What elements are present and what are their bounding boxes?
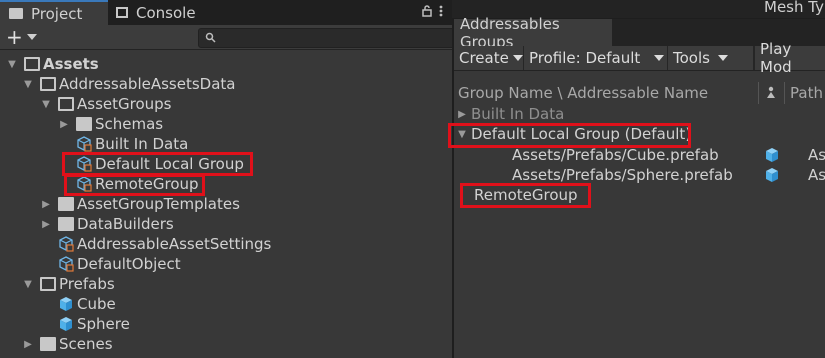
project-tabbar: Project Console <box>0 0 452 25</box>
profile-dropdown-label: Profile: Default <box>529 49 641 67</box>
plus-icon: + <box>6 25 23 49</box>
dropdown-arrow-icon <box>512 55 523 61</box>
tab-console-label: Console <box>136 3 196 22</box>
tree-item-assetgroups[interactable]: ▼ AssetGroups <box>0 94 492 114</box>
entry-path-label: As <box>808 166 825 184</box>
dropdown-arrow-icon <box>654 55 665 61</box>
tree-item-label: Prefabs <box>59 275 115 293</box>
play-mode-menu-label: Play Mod <box>760 40 792 76</box>
group-name-column-header[interactable]: Group Name \ Addressable Name <box>458 84 708 102</box>
tree-item-label: AddressableAssetSettings <box>77 235 272 253</box>
folder-open-icon <box>24 57 40 71</box>
folder-icon <box>58 217 74 231</box>
expand-arrow-icon[interactable]: ▼ <box>22 279 34 290</box>
tree-item-assetgrouptemplates[interactable]: ▶ AssetGroupTemplates <box>0 194 492 214</box>
prefab-cube-icon <box>766 148 778 162</box>
tree-item-label: Scenes <box>59 335 113 353</box>
tree-item-label: DataBuilders <box>77 215 174 233</box>
play-mode-menu[interactable]: Play Mod <box>754 40 825 76</box>
tools-menu-label: Tools <box>673 49 710 67</box>
column-divider[interactable] <box>784 82 785 104</box>
tree-item-label: AssetGroupTemplates <box>77 195 240 213</box>
folder-icon <box>40 337 56 351</box>
chevron-down-icon <box>26 34 37 40</box>
tree-item-defaultobject[interactable]: DefaultObject <box>0 254 510 274</box>
group-row-built-in-data[interactable]: ▶ Built In Data <box>454 104 825 124</box>
folder-open-icon <box>40 277 56 291</box>
tree-item-assets[interactable]: ▼ Assets <box>0 54 458 74</box>
project-panel: Project Console + ▼ Assets ▼ Addressable… <box>0 0 460 357</box>
collapse-arrow-icon[interactable]: ▶ <box>40 219 52 230</box>
column-divider[interactable] <box>758 82 759 104</box>
mesh-type-label: Mesh Ty <box>764 0 824 16</box>
collapse-arrow-icon[interactable]: ▶ <box>456 109 468 120</box>
addressable-group-icon <box>77 136 92 152</box>
tree-item-label: Assets <box>43 55 99 73</box>
tree-item-schemas[interactable]: ▶ Schemas <box>0 114 510 134</box>
entry-row-sphere[interactable]: Assets/Prefabs/Sphere.prefab As <box>454 165 825 185</box>
tree-item-scenes[interactable]: ▶ Scenes <box>0 334 474 354</box>
tree-item-label: Built In Data <box>95 135 189 153</box>
addressable-settings-icon <box>59 236 74 252</box>
collapse-arrow-icon[interactable]: ▶ <box>22 339 34 350</box>
entry-address-label: Assets/Prefabs/Cube.prefab <box>512 146 719 164</box>
folder-open-icon <box>58 97 74 111</box>
tab-addressables-groups[interactable]: Addressables Groups <box>454 15 612 51</box>
tree-item-label: AddressableAssetsData <box>59 75 236 93</box>
tree-item-cube[interactable]: Cube <box>0 294 510 314</box>
tree-item-addressableassetsdata[interactable]: ▼ AddressableAssetsData <box>0 74 474 94</box>
tree-item-prefabs[interactable]: ▼ Prefabs <box>0 274 474 294</box>
column-header: Group Name \ Addressable Name Path <box>454 82 825 104</box>
lock-icon[interactable] <box>422 5 432 17</box>
highlight-box <box>460 183 591 208</box>
highlight-box <box>62 152 253 176</box>
dropdown-arrow-icon <box>717 55 728 61</box>
tab-project-label: Project <box>31 4 83 23</box>
tree-item-label: Cube <box>77 295 116 313</box>
expand-arrow-icon[interactable]: ▼ <box>40 99 52 110</box>
expand-arrow-icon[interactable]: ▼ <box>6 59 18 70</box>
folder-icon <box>9 8 23 19</box>
folder-open-icon <box>40 77 56 91</box>
search-input[interactable] <box>198 28 460 48</box>
tree-item-addressableassetsettings[interactable]: AddressableAssetSettings <box>0 234 510 254</box>
folder-icon <box>76 117 92 131</box>
project-toolbar: + <box>0 25 460 50</box>
addressable-toggle-icon <box>767 86 775 98</box>
tools-menu[interactable]: Tools <box>668 46 754 70</box>
entry-address-label: Assets/Prefabs/Sphere.prefab <box>512 166 733 184</box>
tab-console[interactable]: Console <box>110 0 220 25</box>
addressable-settings-icon <box>59 256 74 272</box>
prefab-cube-icon <box>60 297 72 311</box>
expand-arrow-icon[interactable]: ▼ <box>22 79 34 90</box>
prefab-cube-icon <box>60 317 72 331</box>
create-menu[interactable]: Create <box>454 46 524 70</box>
tree-item-databuilders[interactable]: ▶ DataBuilders <box>0 214 492 234</box>
entry-row-cube[interactable]: Assets/Prefabs/Cube.prefab Ass <box>454 145 825 165</box>
group-name-label: Built In Data <box>471 105 565 123</box>
search-icon <box>205 32 216 43</box>
create-menu-label: Create <box>459 49 509 67</box>
prefab-cube-icon <box>766 168 778 182</box>
highlight-box <box>64 174 205 196</box>
tree-item-label: Sphere <box>77 315 130 333</box>
tree-item-label: Schemas <box>95 115 164 133</box>
entry-path-label: Ass <box>808 146 825 164</box>
tree-item-sphere[interactable]: Sphere <box>0 314 510 334</box>
profile-dropdown[interactable]: Profile: Default <box>524 46 668 70</box>
collapse-arrow-icon[interactable]: ▶ <box>40 199 52 210</box>
path-column-header[interactable]: Path <box>790 84 823 102</box>
highlight-box <box>448 123 691 148</box>
folder-icon <box>58 197 74 211</box>
collapse-arrow-icon[interactable]: ▶ <box>58 119 70 130</box>
addressables-groups-window: Addressables Groups Create Profile: Defa… <box>448 15 825 358</box>
tab-project[interactable]: Project <box>0 0 108 25</box>
tree-item-label: DefaultObject <box>77 255 181 273</box>
addressables-toolbar: Create Profile: Default Tools Play Mod <box>454 40 825 76</box>
kebab-menu-icon[interactable] <box>438 4 444 18</box>
tree-item-label: AssetGroups <box>77 95 172 113</box>
add-button[interactable]: + <box>6 25 42 49</box>
console-icon <box>116 7 128 18</box>
